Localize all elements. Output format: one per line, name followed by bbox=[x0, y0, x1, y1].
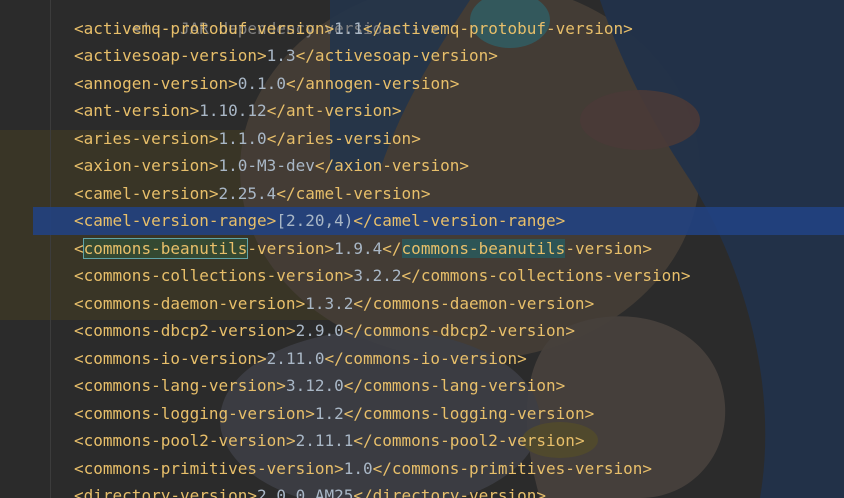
code-line-current[interactable]: <camel-version-range>[2.20,4)</camel-ver… bbox=[33, 207, 844, 235]
code-editor[interactable]: <!-- JAR dependency versions --> <active… bbox=[0, 0, 844, 498]
close-tag-name: commons-dbcp2-version bbox=[363, 321, 566, 340]
close-tag-name: activemq-protobuf-version bbox=[382, 18, 624, 38]
open-tag-name: annogen-version bbox=[83, 73, 229, 93]
close-tag-name: camel-version-range bbox=[372, 211, 556, 230]
open-tag-name: commons-pool2-version bbox=[83, 431, 286, 450]
close-tag-name: aries-version bbox=[285, 128, 412, 148]
close-tag-name: directory-version bbox=[372, 486, 537, 498]
highlighted-word-open: commons-beanutils bbox=[82, 237, 249, 259]
close-tag-name: commons-pool2-version bbox=[372, 431, 575, 450]
code-line[interactable]: <commons-primitives-version>1.0</commons… bbox=[0, 455, 844, 483]
open-tag-name: commons-collections-version bbox=[83, 266, 344, 285]
code-line[interactable]: <ant-version>1.10.12</ant-version> bbox=[0, 97, 844, 125]
close-tag-name: camel-version bbox=[295, 183, 421, 203]
code-line[interactable]: <commons-collections-version>3.2.2</comm… bbox=[0, 262, 844, 290]
open-tag-name: axion-version bbox=[83, 156, 209, 175]
close-tag-name: commons-collections-version bbox=[420, 266, 681, 285]
tag-value: 3.2.2 bbox=[353, 266, 402, 285]
code-line[interactable]: <commons-io-version>2.11.0</commons-io-v… bbox=[0, 345, 844, 373]
code-line[interactable]: <commons-lang-version>3.12.0</commons-la… bbox=[0, 372, 844, 400]
tag-value: 1.2 bbox=[314, 403, 344, 423]
close-tag-name: commons-io-version bbox=[343, 348, 518, 368]
close-tag-name: axion-version bbox=[334, 156, 460, 175]
tag-value: 3.12.0 bbox=[285, 376, 344, 395]
open-tag-name: ant-version bbox=[83, 101, 190, 120]
open-tag-name: aries-version bbox=[83, 128, 209, 148]
tag-value: 1.0 bbox=[343, 458, 373, 478]
close-tag-name: commons-daemon-version bbox=[372, 293, 585, 313]
code-line[interactable]: <camel-version>2.25.4</camel-version> bbox=[0, 180, 844, 208]
tag-value: 2.25.4 bbox=[218, 183, 277, 203]
close-tag-name: commons-lang-version bbox=[363, 376, 556, 395]
code-line[interactable]: <commons-beanutils-version>1.9.4</common… bbox=[0, 235, 844, 263]
tag-value: 1.10.12 bbox=[199, 101, 267, 120]
code-line-comment[interactable]: <!-- JAR dependency versions --> bbox=[0, 0, 844, 38]
tag-value: 1.3.2 bbox=[305, 293, 354, 313]
tag-value: 1.0-M3-dev bbox=[218, 156, 315, 175]
tag-value: 2.11.1 bbox=[295, 431, 354, 450]
tag-value: 1.1 bbox=[334, 18, 364, 38]
open-tag-name: commons-lang-version bbox=[83, 376, 277, 395]
open-tag-name: commons-daemon-version bbox=[83, 293, 296, 313]
code-lines: <!-- JAR dependency versions --> <active… bbox=[0, 0, 844, 498]
code-line[interactable]: <commons-daemon-version>1.3.2</commons-d… bbox=[0, 290, 844, 318]
open-tag-name: camel-version-range bbox=[83, 211, 267, 230]
close-tag-name: activesoap-version bbox=[314, 46, 489, 65]
tag-value: 1.3 bbox=[266, 46, 296, 65]
open-tag-name: activesoap-version bbox=[83, 46, 258, 65]
code-line[interactable]: <annogen-version>0.1.0</annogen-version> bbox=[0, 70, 844, 98]
close-tag-name: commons-logging-version bbox=[363, 403, 585, 423]
open-tag-name: commons-primitives-version bbox=[83, 458, 335, 478]
highlighted-word-close: commons-beanutils bbox=[401, 238, 566, 258]
tag-value: 2.9.0 bbox=[295, 321, 344, 340]
code-line[interactable]: <activemq-protobuf-version>1.1</activemq… bbox=[0, 15, 844, 43]
code-line[interactable]: <commons-logging-version>1.2</commons-lo… bbox=[0, 400, 844, 428]
open-tag-name: commons-logging-version bbox=[83, 403, 306, 423]
code-line[interactable]: <activesoap-version>1.3</activesoap-vers… bbox=[0, 42, 844, 70]
close-tag-name: ant-version bbox=[285, 101, 392, 120]
open-tag-name: commons-dbcp2-version bbox=[83, 321, 286, 340]
open-tag-name: activemq-protobuf-version bbox=[83, 18, 325, 38]
tag-value: 2.11.0 bbox=[266, 348, 325, 368]
close-tag-name: annogen-version bbox=[305, 73, 450, 93]
close-tag-name: commons-primitives-version bbox=[391, 458, 643, 478]
open-tag-name: directory-version bbox=[83, 486, 248, 498]
tag-value: 1.9.4 bbox=[334, 238, 383, 258]
tag-value: 1.1.0 bbox=[218, 128, 267, 148]
code-line[interactable]: <directory-version>2.0.0.AM25</directory… bbox=[0, 482, 844, 498]
tag-value: [2.20,4) bbox=[276, 211, 354, 230]
open-tag-name: camel-version bbox=[83, 183, 209, 203]
tag-value: 2.0.0.AM25 bbox=[257, 486, 354, 498]
tag-value: 0.1.0 bbox=[237, 73, 286, 93]
code-line[interactable]: <aries-version>1.1.0</aries-version> bbox=[0, 125, 844, 153]
code-line[interactable]: <axion-version>1.0-M3-dev</axion-version… bbox=[0, 152, 844, 180]
open-tag-name: commons-io-version bbox=[83, 348, 258, 368]
code-line[interactable]: <commons-pool2-version>2.11.1</commons-p… bbox=[0, 427, 844, 455]
code-line[interactable]: <commons-dbcp2-version>2.9.0</commons-db… bbox=[0, 317, 844, 345]
